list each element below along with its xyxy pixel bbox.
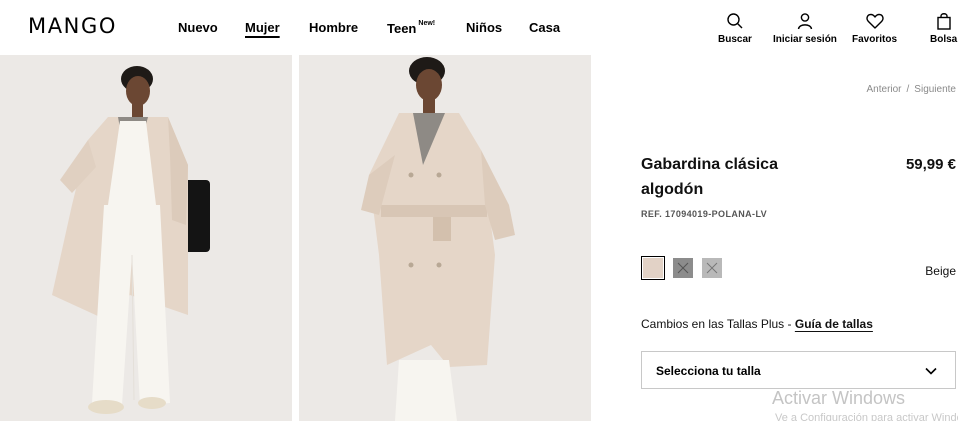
search-button[interactable]: Buscar: [718, 12, 752, 45]
bag-label: Bolsa: [930, 34, 958, 45]
user-icon: [797, 13, 813, 30]
bag-button[interactable]: Bolsa: [930, 12, 957, 45]
swatch-grey[interactable]: [673, 258, 693, 278]
pager-separator: /: [906, 84, 910, 95]
product-image-2[interactable]: [299, 55, 591, 421]
nav-teen-label: Teen: [387, 21, 417, 36]
favorites-button[interactable]: Favoritos: [852, 12, 897, 45]
new-badge: New!: [418, 20, 436, 27]
pager-prev-link[interactable]: Anterior: [867, 84, 902, 95]
size-note: Cambios en las Tallas Plus -: [641, 317, 792, 331]
nav-casa[interactable]: Casa: [529, 20, 560, 35]
nav-hombre[interactable]: Hombre: [309, 20, 358, 35]
windows-activation-subtext: Ve a Configuración para activar Windows.: [775, 412, 958, 421]
product-title-line2: algodón: [641, 181, 704, 198]
unavailable-cross-icon: [706, 262, 718, 274]
nav-ninos[interactable]: Niños: [466, 20, 502, 35]
size-guide-link[interactable]: Guía de tallas: [795, 317, 873, 331]
windows-activation-watermark: Activar Windows: [772, 388, 906, 408]
favorites-label: Favoritos: [852, 34, 898, 45]
product-title-line1: Gabardina clásica: [641, 156, 778, 173]
model-illustration-front: [0, 55, 292, 421]
size-select-label: Selecciona tu talla: [656, 364, 761, 378]
product-title: Gabardina clásica algodón: [641, 152, 831, 202]
pager-next-link[interactable]: Siguiente: [914, 84, 956, 95]
size-info: Cambios en las Tallas Plus - Guía de tal…: [641, 317, 873, 331]
heart-icon: [865, 13, 884, 29]
product-image-1[interactable]: [0, 55, 292, 421]
chevron-down-icon: [925, 367, 937, 375]
swatch-beige[interactable]: [641, 256, 665, 280]
brand-logo[interactable]: MANGO: [28, 14, 117, 38]
login-button[interactable]: Iniciar sesión: [773, 12, 837, 45]
selected-color-name: Beige: [925, 264, 956, 278]
nav-mujer[interactable]: Mujer: [245, 20, 280, 35]
search-icon: [727, 13, 743, 29]
size-select[interactable]: Selecciona tu talla: [641, 351, 956, 389]
bag-icon: [936, 13, 951, 30]
product-pager: Anterior / Siguiente: [867, 84, 957, 95]
product-reference: REF. 17094019-POLANA-LV: [641, 209, 768, 219]
login-label: Iniciar sesión: [773, 34, 837, 45]
swatch-light-grey[interactable]: [702, 258, 722, 278]
search-label: Buscar: [718, 34, 752, 45]
product-price: 59,99 €: [905, 156, 956, 173]
nav-teen[interactable]: Teen New!: [387, 20, 435, 36]
model-illustration-belted: [299, 55, 591, 421]
nav-nuevo[interactable]: Nuevo: [178, 20, 218, 35]
site-header: MANGO Nuevo Mujer Hombre Teen New! Niños …: [0, 0, 958, 55]
unavailable-cross-icon: [677, 262, 689, 274]
